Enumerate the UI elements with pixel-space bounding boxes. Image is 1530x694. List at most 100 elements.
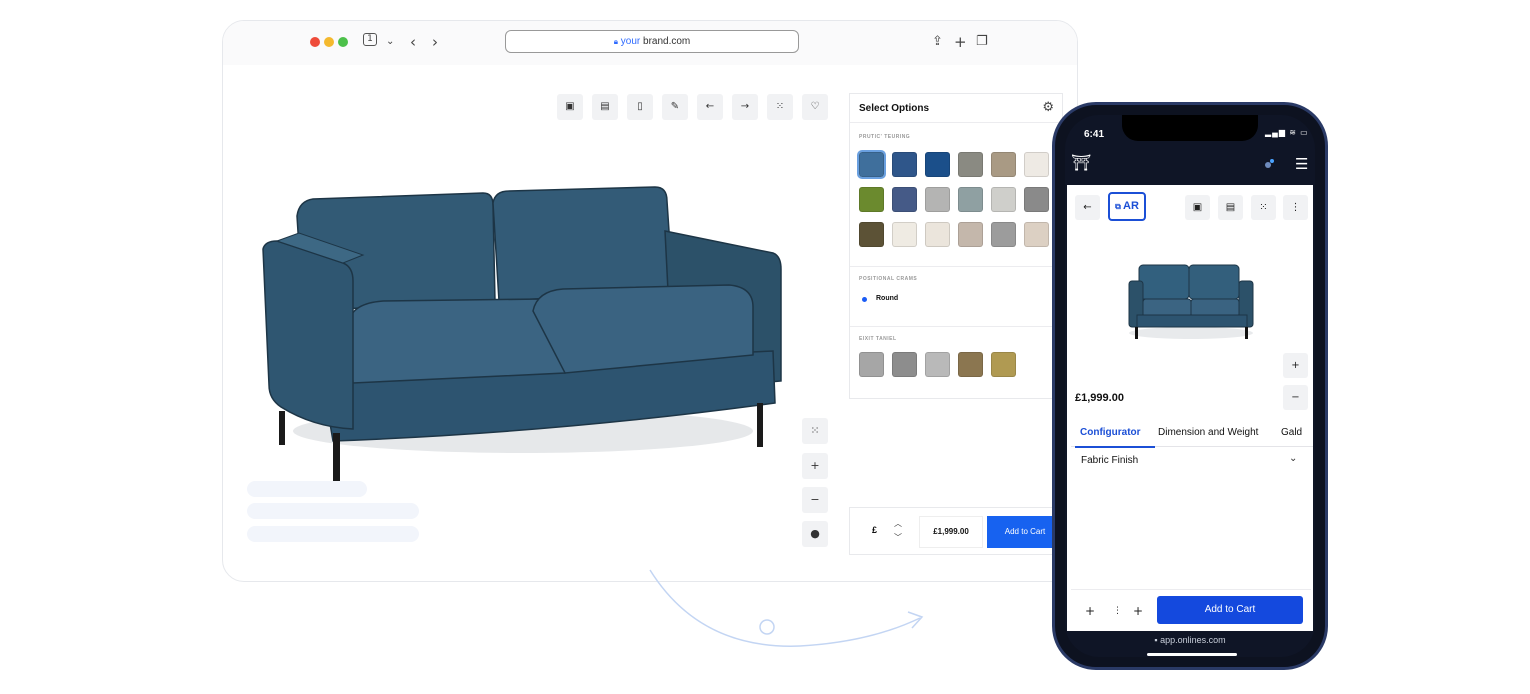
- skeleton-line: [247, 526, 419, 542]
- tab-bar: Configurator Dimension and Weight Gald: [1071, 419, 1313, 448]
- color-swatch[interactable]: [991, 152, 1016, 177]
- color-swatch[interactable]: [1024, 187, 1049, 212]
- home-indicator[interactable]: [1147, 653, 1237, 656]
- ar-label: AR: [1123, 200, 1139, 212]
- chevron-down-icon[interactable]: ⌄: [386, 32, 394, 52]
- color-swatch[interactable]: [892, 352, 917, 377]
- color-swatch[interactable]: [1024, 152, 1049, 177]
- color-swatch[interactable]: [925, 187, 950, 212]
- app-content: ← ⧉ AR ▣ ▤ ⁙ ⋮ + − £1,999.00 Configurato…: [1067, 185, 1313, 631]
- ar-box-icon[interactable]: ▤: [1218, 195, 1243, 220]
- color-swatch[interactable]: [859, 222, 884, 247]
- ar-box-icon[interactable]: ▣: [557, 94, 583, 120]
- color-swatch[interactable]: [892, 222, 917, 247]
- section-label-position: POSITIONAL CRAMS: [859, 276, 918, 282]
- section-label-fabric: PRUTIC' TEURING: [859, 134, 911, 140]
- ar-button[interactable]: ⧉ AR: [1108, 192, 1146, 221]
- divider: [850, 266, 1062, 267]
- accordion-fabric-finish[interactable]: Fabric Finish: [1081, 455, 1138, 466]
- sofa-3d-model[interactable]: [253, 171, 793, 491]
- zoom-out-icon[interactable]: −: [802, 487, 828, 513]
- ar-box-icon[interactable]: ▣: [1185, 195, 1210, 220]
- color-swatch[interactable]: [859, 187, 884, 212]
- filter-icon[interactable]: ⚙: [1042, 100, 1054, 115]
- color-swatch[interactable]: [925, 152, 950, 177]
- lock-icon: 🔒︎: [613, 37, 618, 46]
- color-swatch[interactable]: [991, 352, 1016, 377]
- tab-dimension-and-weight[interactable]: Dimension and Weight: [1158, 427, 1258, 438]
- avatar[interactable]: [1265, 162, 1271, 168]
- cart-bar: £ ︿ ﹀ £1,999.00 Add to Cart: [849, 507, 1063, 555]
- close-window-button[interactable]: [310, 37, 320, 47]
- share-icon[interactable]: ⇪: [932, 32, 943, 52]
- skeleton-line: [247, 481, 367, 497]
- sofa-thumbnail[interactable]: [1121, 257, 1261, 347]
- color-swatch[interactable]: [859, 352, 884, 377]
- new-tab-icon[interactable]: +: [954, 32, 967, 52]
- tabs-icon[interactable]: ❐: [976, 32, 988, 52]
- color-swatch[interactable]: [958, 152, 983, 177]
- options-panel: Select Options ⚙ PRUTIC' TEURING POSITIO…: [849, 93, 1063, 399]
- maximize-window-button[interactable]: [338, 37, 348, 47]
- address-bar[interactable]: 🔒︎ your brand.com: [505, 30, 799, 53]
- menu-icon[interactable]: ☰: [1295, 155, 1308, 173]
- chevron-up-icon[interactable]: ︿: [894, 518, 902, 529]
- chevron-down-icon[interactable]: ⌄: [1289, 453, 1297, 464]
- divider: [850, 122, 1062, 123]
- flow-arrow: [649, 569, 924, 647]
- price-display: £1,999.00: [919, 516, 983, 548]
- grid-icon[interactable]: ⁙: [767, 94, 793, 120]
- info-icon[interactable]: ●: [802, 521, 828, 547]
- back-icon[interactable]: ‹: [410, 32, 416, 52]
- radio-option-label[interactable]: Round: [876, 295, 898, 302]
- notification-dot: [1270, 159, 1274, 163]
- expand-icon[interactable]: ⁙: [802, 418, 828, 444]
- mobile-cart-bar: + ⋮ + Add to Cart: [1071, 589, 1311, 631]
- app-logo-icon[interactable]: ⛩: [1071, 153, 1091, 172]
- color-swatch[interactable]: [892, 152, 917, 177]
- url-bar[interactable]: ▪ app.onlines.com: [1065, 635, 1315, 645]
- color-swatch[interactable]: [958, 222, 983, 247]
- radio-selected-icon[interactable]: [862, 297, 867, 302]
- phone-notch: [1122, 115, 1258, 141]
- ar-box-icon[interactable]: ▤: [592, 94, 618, 120]
- arrow-left-icon[interactable]: ←: [697, 94, 723, 120]
- back-arrow-icon[interactable]: ←: [1075, 195, 1100, 220]
- document-icon[interactable]: ▯: [627, 94, 653, 120]
- tab-gallery[interactable]: Gald: [1281, 427, 1302, 438]
- more-icon[interactable]: ⋮: [1283, 195, 1308, 220]
- chevron-down-icon[interactable]: ﹀: [894, 532, 902, 543]
- color-swatch[interactable]: [991, 187, 1016, 212]
- zoom-in-icon[interactable]: +: [1283, 353, 1308, 378]
- decrement-icon[interactable]: +: [1085, 604, 1095, 618]
- color-swatch[interactable]: [958, 187, 983, 212]
- color-swatch[interactable]: [857, 150, 886, 179]
- product-price: £1,999.00: [1075, 392, 1124, 404]
- arrow-right-icon[interactable]: →: [732, 94, 758, 120]
- minimize-window-button[interactable]: [324, 37, 334, 47]
- options-title: Select Options: [859, 103, 930, 114]
- color-swatch[interactable]: [925, 222, 950, 247]
- url-prefix: your: [620, 36, 641, 47]
- color-swatch[interactable]: [958, 352, 983, 377]
- color-swatch[interactable]: [892, 187, 917, 212]
- divider: [850, 326, 1062, 327]
- color-swatch[interactable]: [1024, 222, 1049, 247]
- tab-overview-icon[interactable]: 1: [363, 33, 377, 46]
- forward-icon[interactable]: ›: [432, 32, 438, 52]
- zoom-out-icon[interactable]: −: [1283, 385, 1308, 410]
- url-text: app.onlines.com: [1160, 635, 1226, 645]
- status-time: 6:41: [1084, 129, 1105, 140]
- color-swatch[interactable]: [925, 352, 950, 377]
- grid-icon[interactable]: ⁙: [1251, 195, 1276, 220]
- tab-configurator[interactable]: Configurator: [1080, 427, 1141, 438]
- browser-window: 1 ⌄ ‹ › 🔒︎ your brand.com ⇪ + ❐ ▣ ▤ ▯ ✎ …: [222, 20, 1078, 582]
- color-swatch[interactable]: [991, 222, 1016, 247]
- heart-icon[interactable]: ♡: [802, 94, 828, 120]
- add-to-cart-button[interactable]: Add to Cart: [1157, 596, 1303, 624]
- increment-icon[interactable]: +: [1133, 604, 1143, 618]
- ruler-icon[interactable]: ✎: [662, 94, 688, 120]
- signal-wifi-battery-icon: ▂▄▆ ≋ ▭: [1265, 128, 1309, 137]
- zoom-in-icon[interactable]: +: [802, 453, 828, 479]
- currency-symbol: £: [872, 525, 878, 535]
